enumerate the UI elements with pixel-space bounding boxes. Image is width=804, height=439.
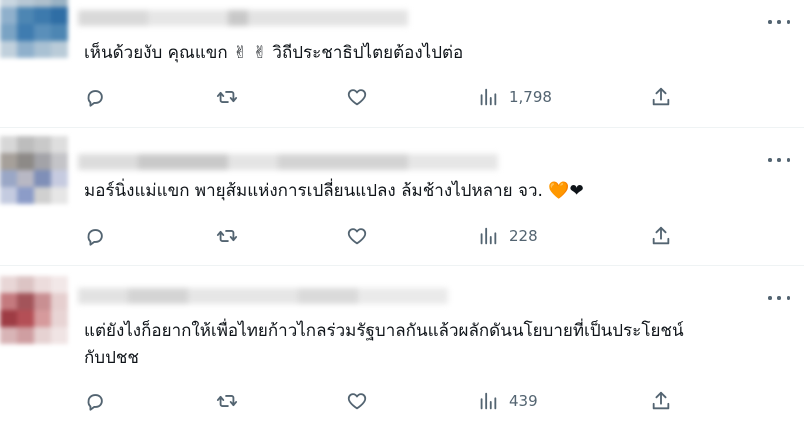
share-button[interactable] [650, 85, 672, 109]
reply-button[interactable] [84, 389, 106, 413]
views-icon [480, 88, 497, 106]
reply-icon [87, 394, 103, 411]
action-bar: 1,798 [84, 85, 684, 109]
like-button[interactable] [346, 85, 368, 109]
retweet-icon [216, 230, 238, 242]
reply-item[interactable]: เห็นด้วยงับ คุณแขก ✌ ✌ วิถีประชาธิปไตยต้… [0, 0, 804, 128]
share-button[interactable] [650, 224, 672, 248]
reply-text: เห็นด้วยงับ คุณแขก ✌ ✌ วิถีประชาธิปไตยต้… [84, 43, 464, 63]
reply-icon [87, 90, 103, 107]
action-bar: 439 [84, 389, 684, 413]
share-icon [652, 391, 670, 410]
more-icon[interactable] [768, 150, 790, 170]
reply-item[interactable]: แต่ยังไงก็อยากให้เพื่อไทยก้าวไกลร่วมรัฐบ… [0, 266, 804, 439]
author-name[interactable] [78, 10, 408, 26]
like-button[interactable] [346, 224, 368, 248]
avatar[interactable] [0, 276, 68, 344]
retweet-button[interactable] [216, 85, 238, 109]
author-name[interactable] [78, 288, 448, 304]
views-button[interactable]: 1,798 [477, 85, 552, 109]
reply-button[interactable] [84, 85, 106, 109]
views-count: 439 [509, 392, 538, 410]
author-name[interactable] [78, 154, 498, 170]
views-button[interactable]: 439 [477, 389, 538, 413]
views-count: 1,798 [509, 88, 552, 106]
like-button[interactable] [346, 389, 368, 413]
share-icon [652, 87, 670, 106]
like-icon [347, 393, 367, 410]
reply-text: มอร์นิ่งแม่แขก พายุส้มแห่งการเปลี่ยนแปลง… [84, 181, 584, 201]
share-button[interactable] [650, 389, 672, 413]
reply-text: แต่ยังไงก็อยากให้เพื่อไทยก้าวไกลร่วมรัฐบ… [84, 321, 684, 368]
like-icon [347, 228, 367, 245]
action-bar: 228 [84, 224, 684, 248]
more-icon[interactable] [768, 12, 790, 32]
retweet-button[interactable] [216, 389, 238, 413]
views-count: 228 [509, 227, 538, 245]
retweet-icon [216, 91, 238, 103]
share-icon [652, 226, 670, 245]
retweet-icon [216, 395, 238, 407]
more-icon[interactable] [768, 288, 790, 308]
avatar[interactable] [0, 136, 68, 204]
avatar[interactable] [0, 0, 68, 58]
reply-icon [87, 229, 103, 246]
like-icon [347, 89, 367, 106]
reply-button[interactable] [84, 224, 106, 248]
views-button[interactable]: 228 [477, 224, 538, 248]
reply-item[interactable]: มอร์นิ่งแม่แขก พายุส้มแห่งการเปลี่ยนแปลง… [0, 128, 804, 266]
views-icon [480, 392, 497, 410]
retweet-button[interactable] [216, 224, 238, 248]
views-icon [480, 227, 497, 245]
